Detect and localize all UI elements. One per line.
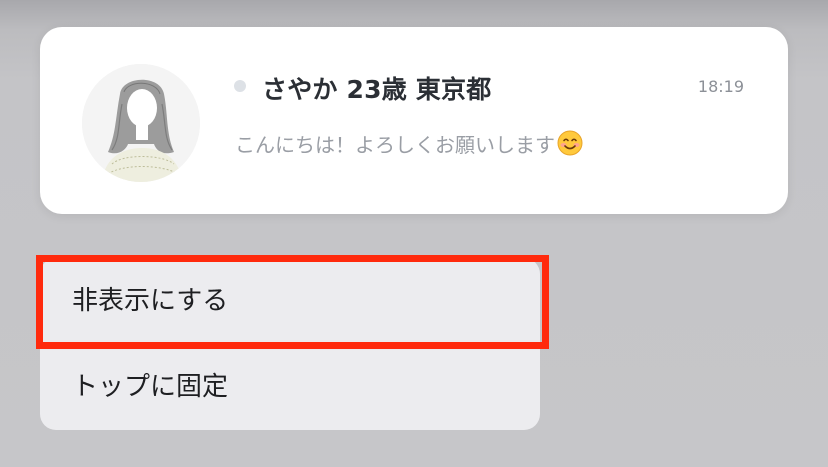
chat-list-item[interactable]: さやか 23歳 東京都 18:19 こんにちは！よろしくお願いします (40, 27, 788, 214)
highlight-box (36, 255, 549, 349)
online-status-dot (234, 80, 246, 92)
profile-illustration (82, 64, 200, 182)
pin-to-top-menu-item[interactable]: トップに固定 (40, 344, 540, 430)
chat-timestamp: 18:19 (697, 77, 744, 96)
chat-name: さやか 23歳 東京都 (262, 75, 492, 104)
smiling-face-emoji-icon (557, 130, 583, 161)
avatar (82, 64, 200, 182)
message-preview-text: こんにちは！よろしくお願いします (235, 133, 555, 157)
message-preview: こんにちは！よろしくお願いします (235, 129, 583, 161)
